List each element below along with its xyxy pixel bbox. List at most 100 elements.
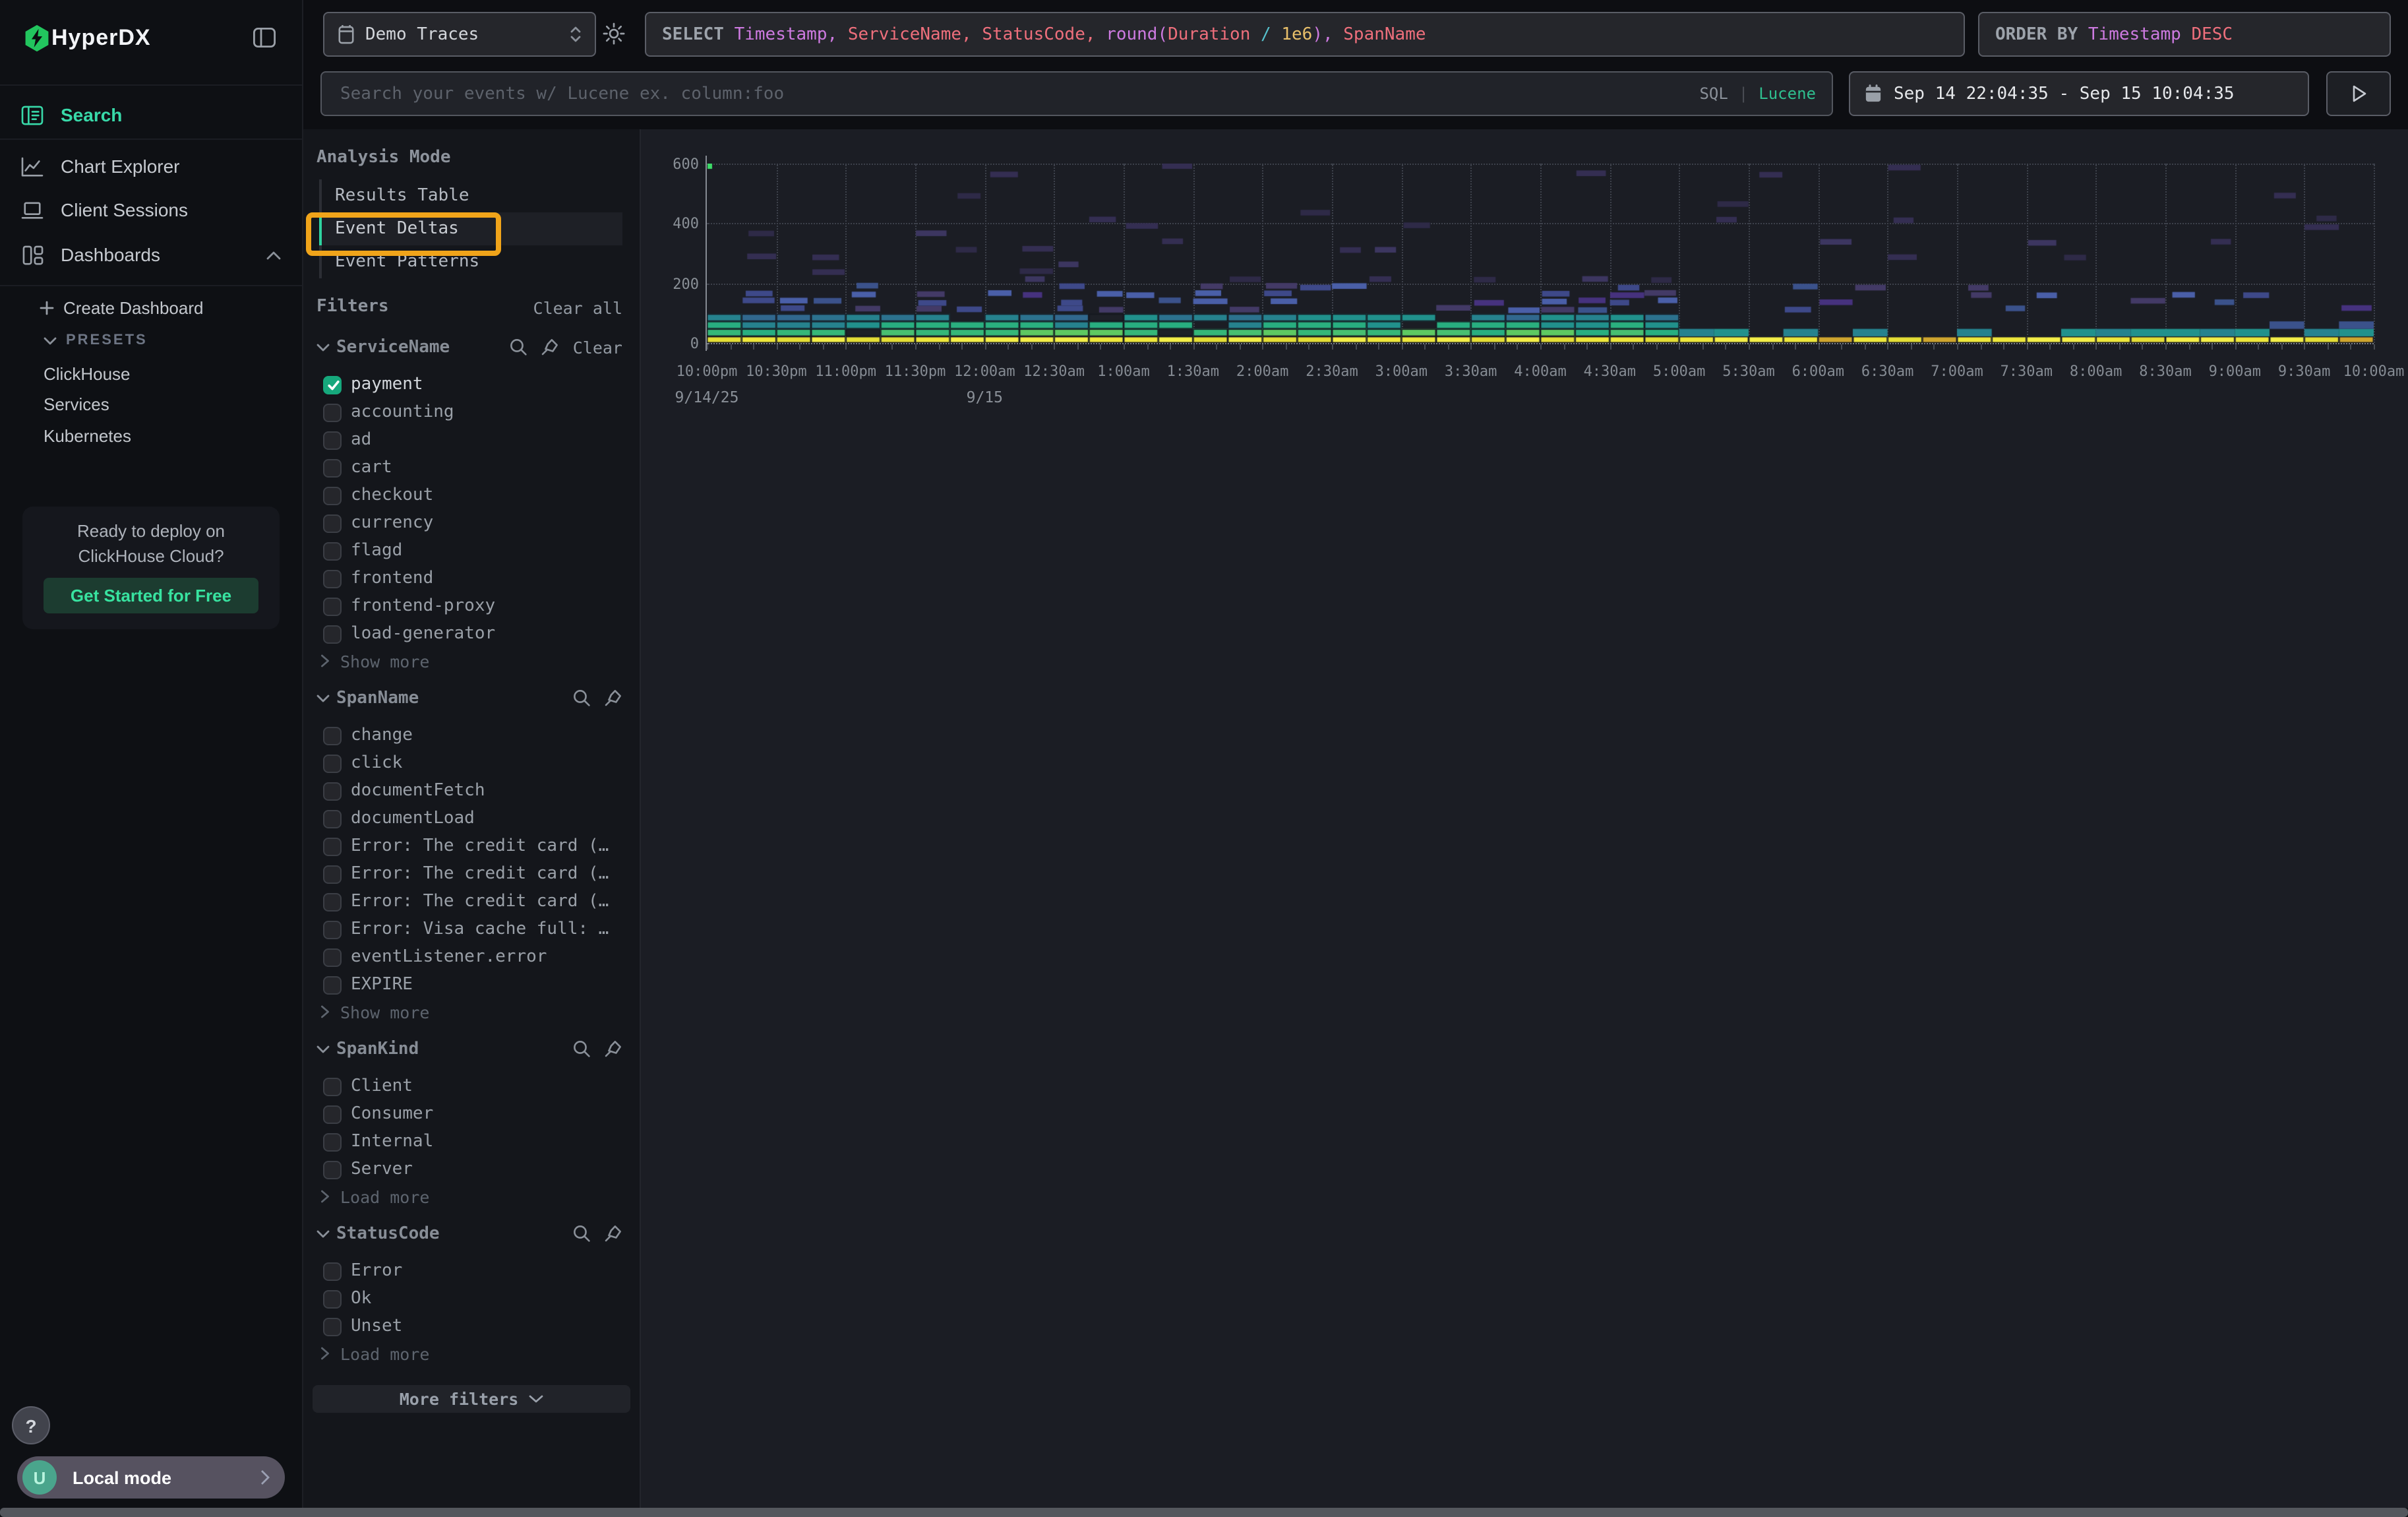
filter-checkbox-row[interactable]: Internal: [316, 1128, 622, 1156]
filter-checkbox-row[interactable]: accounting: [316, 398, 622, 426]
filter-checkbox-row[interactable]: Ok: [316, 1285, 622, 1313]
checkbox[interactable]: [323, 1262, 342, 1280]
checkbox[interactable]: [323, 597, 342, 615]
checkbox[interactable]: [323, 542, 342, 560]
pin-icon[interactable]: [604, 1224, 622, 1243]
sidebar-preset-services[interactable]: Services: [44, 389, 109, 418]
checkbox[interactable]: [323, 458, 342, 477]
clear-all-button[interactable]: Clear all: [533, 297, 622, 317]
checkbox[interactable]: [323, 920, 342, 939]
filter-checkbox-row[interactable]: flagd: [316, 537, 622, 565]
filter-group-header[interactable]: ServiceName Clear: [316, 336, 622, 357]
filter-checkbox-row[interactable]: EXPIRE: [316, 971, 622, 999]
checkbox[interactable]: [323, 1289, 342, 1308]
sidebar-preset-kubernetes[interactable]: Kubernetes: [44, 421, 131, 450]
sidebar-item-dashboards[interactable]: Dashboards: [0, 235, 302, 274]
filter-checkbox-row[interactable]: click: [316, 749, 622, 777]
checkbox[interactable]: [323, 1077, 342, 1096]
checkbox[interactable]: [323, 837, 342, 855]
checkbox[interactable]: [323, 569, 342, 588]
checkbox[interactable]: [323, 625, 342, 643]
filter-checkbox-row[interactable]: load-generator: [316, 620, 622, 648]
checkbox[interactable]: [323, 809, 342, 828]
analysis-mode-option[interactable]: Event Deltas: [319, 212, 622, 245]
checkbox[interactable]: [323, 375, 342, 394]
search-icon[interactable]: [510, 338, 528, 356]
search-icon[interactable]: [572, 1039, 591, 1058]
checkbox[interactable]: [323, 975, 342, 994]
sql-select-editor[interactable]: SELECT Timestamp, ServiceName, StatusCod…: [645, 12, 1965, 57]
pin-icon[interactable]: [604, 1039, 622, 1058]
axis-tick: [1702, 344, 1704, 350]
filter-checkbox-row[interactable]: documentFetch: [316, 777, 622, 805]
run-query-button[interactable]: [2326, 71, 2391, 116]
filter-checkbox-row[interactable]: Unset: [316, 1313, 622, 1340]
checkbox[interactable]: [323, 726, 342, 745]
sidebar-item-search[interactable]: Search: [0, 95, 302, 135]
horizontal-scrollbar[interactable]: [0, 1508, 2408, 1517]
help-button[interactable]: ?: [12, 1406, 50, 1444]
filter-checkbox-row[interactable]: ad: [316, 426, 622, 454]
sidebar-item-client-sessions[interactable]: Client Sessions: [0, 190, 302, 230]
order-by-editor[interactable]: ORDER BY Timestamp DESC: [1978, 12, 2391, 57]
search-input[interactable]: [338, 82, 1689, 105]
analysis-mode-option[interactable]: Results Table: [319, 179, 622, 212]
filter-checkbox-row[interactable]: frontend-proxy: [316, 592, 622, 620]
checkbox[interactable]: [323, 948, 342, 966]
search-icon[interactable]: [572, 1224, 591, 1243]
filter-checkbox-row[interactable]: Error: The credit card (…: [316, 888, 622, 915]
filter-group-clear-button[interactable]: Clear: [573, 337, 622, 357]
checkbox[interactable]: [323, 892, 342, 911]
checkbox[interactable]: [323, 514, 342, 532]
filter-checkbox-row[interactable]: payment: [316, 371, 622, 398]
show-more-button[interactable]: Load more: [316, 1183, 622, 1210]
filter-checkbox-row[interactable]: documentLoad: [316, 805, 622, 832]
checkbox[interactable]: [323, 1105, 342, 1123]
presets-toggle[interactable]: PRESETS: [44, 327, 148, 354]
filter-checkbox-row[interactable]: Error: Visa cache full: …: [316, 915, 622, 943]
gear-icon[interactable]: [603, 22, 625, 45]
checkbox[interactable]: [323, 782, 342, 800]
sidebar-item-chart-explorer[interactable]: Chart Explorer: [0, 146, 302, 186]
search-icon[interactable]: [572, 689, 591, 707]
show-more-button[interactable]: Show more: [316, 648, 622, 674]
pin-icon[interactable]: [541, 338, 560, 356]
pin-icon[interactable]: [604, 689, 622, 707]
checkbox[interactable]: [323, 754, 342, 772]
checkbox[interactable]: [323, 486, 342, 505]
filter-group-header[interactable]: SpanKind: [316, 1038, 622, 1059]
checkbox[interactable]: [323, 403, 342, 421]
show-more-button[interactable]: Load more: [316, 1340, 622, 1367]
time-range-picker[interactable]: Sep 14 22:04:35 - Sep 15 10:04:35: [1849, 71, 2309, 116]
filter-checkbox-row[interactable]: Server: [316, 1156, 622, 1183]
checkbox[interactable]: [323, 1132, 342, 1151]
filter-checkbox-row[interactable]: Consumer: [316, 1100, 622, 1128]
show-more-button[interactable]: Show more: [316, 999, 622, 1025]
filter-checkbox-row[interactable]: Error: The credit card (…: [316, 860, 622, 888]
filter-checkbox-row[interactable]: eventListener.error: [316, 943, 622, 971]
mode-toggle-sql[interactable]: SQL: [1699, 84, 1728, 103]
filter-checkbox-row[interactable]: change: [316, 722, 622, 749]
filter-checkbox-row[interactable]: cart: [316, 454, 622, 481]
get-started-button[interactable]: Get Started for Free: [44, 578, 258, 613]
more-filters-button[interactable]: More filters: [313, 1385, 630, 1413]
source-select[interactable]: Demo Traces: [323, 12, 596, 57]
sidebar-preset-clickhouse[interactable]: ClickHouse: [44, 359, 131, 388]
user-menu-button[interactable]: U Local mode: [17, 1456, 285, 1499]
create-dashboard-button[interactable]: Create Dashboard: [40, 293, 203, 322]
analysis-mode-option[interactable]: Event Patterns: [319, 245, 622, 278]
checkbox[interactable]: [323, 431, 342, 449]
filter-checkbox-row[interactable]: currency: [316, 509, 622, 537]
sidebar-collapse-icon[interactable]: [253, 28, 276, 47]
mode-toggle-lucene[interactable]: Lucene: [1759, 84, 1816, 103]
filter-group-header[interactable]: StatusCode: [316, 1223, 622, 1244]
filter-checkbox-row[interactable]: Error: The credit card (…: [316, 832, 622, 860]
checkbox[interactable]: [323, 1160, 342, 1179]
filter-checkbox-row[interactable]: Error: [316, 1257, 622, 1285]
filter-group-header[interactable]: SpanName: [316, 687, 622, 708]
filter-checkbox-row[interactable]: Client: [316, 1072, 622, 1100]
checkbox[interactable]: [323, 1317, 342, 1336]
filter-checkbox-row[interactable]: checkout: [316, 481, 622, 509]
filter-checkbox-row[interactable]: frontend: [316, 565, 622, 592]
checkbox[interactable]: [323, 865, 342, 883]
